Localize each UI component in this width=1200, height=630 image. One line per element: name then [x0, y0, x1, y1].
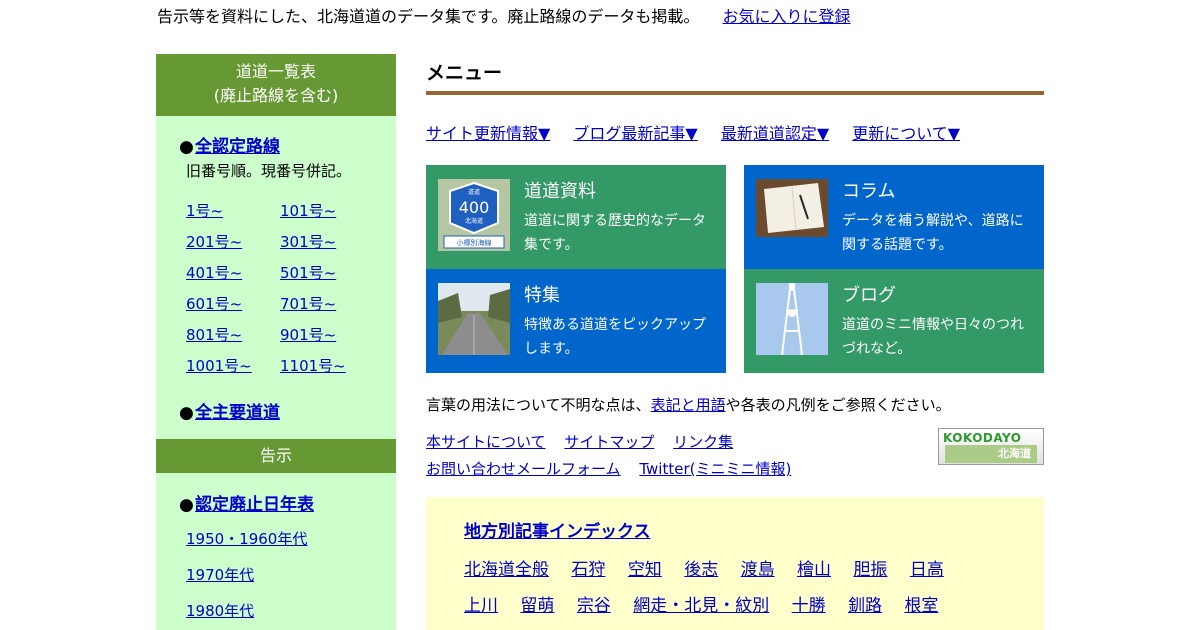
tile-title: 道道資料 — [524, 181, 596, 202]
region-link[interactable]: 後志 — [684, 560, 718, 580]
sidebar-heading-line2: (廃止路線を含む) — [213, 86, 339, 105]
route-range-link[interactable]: 301号~ — [280, 231, 336, 252]
region-link[interactable]: 北海道全般 — [464, 560, 549, 580]
region-link[interactable]: 空知 — [628, 560, 662, 580]
banner-text: KOKODAYO — [943, 431, 1022, 445]
bullet-icon: ● — [179, 137, 194, 157]
region-link[interactable]: 十勝 — [792, 596, 826, 616]
route-range-link[interactable]: 1号~ — [186, 200, 223, 221]
route-range-link[interactable]: 801号~ — [186, 324, 242, 345]
tile-feature[interactable]: 特集 特徴ある道道をピックアップします。 — [426, 269, 726, 373]
site-intro-text: 告示等を資料にした、北海道道のデータ集です。廃止路線のデータも掲載。 — [157, 7, 700, 26]
terminology-notice: 言葉の用法について不明な点は、表記と用語や各表の凡例をご参照ください。 — [426, 394, 951, 415]
title-divider — [426, 91, 1044, 95]
regional-index-title-link[interactable]: 地方別記事インデックス — [464, 517, 651, 542]
tile-description: 特徴ある道道をピックアップします。 — [524, 317, 706, 357]
all-routes-item: ●全認定路線 — [179, 132, 280, 157]
region-link[interactable]: 渡島 — [741, 560, 775, 580]
route-range-link[interactable]: 501号~ — [280, 262, 336, 283]
region-link[interactable]: 胆振 — [853, 560, 887, 580]
region-link[interactable]: 根室 — [904, 596, 938, 616]
page-title: メニュー — [426, 62, 503, 84]
blog-latest-link[interactable]: ブログ最新記事▼ — [573, 124, 697, 143]
tower-photo-thumbnail — [756, 283, 828, 355]
links-page-link[interactable]: リンク集 — [673, 433, 733, 451]
sign-number-text: 400 — [459, 198, 490, 217]
add-favorite-link[interactable]: お気に入りに登録 — [723, 7, 851, 26]
abolition-table-item: ●認定廃止日年表 — [179, 490, 314, 515]
region-link[interactable]: 釧路 — [848, 596, 882, 616]
tile-description: データを補う解説や、道路に関する話題です。 — [842, 213, 1024, 253]
main-roads-link[interactable]: 全主要道道 — [195, 403, 280, 423]
tile-title: 特集 — [524, 285, 560, 306]
sidebar-heading-line1: 道道一覧表 — [235, 62, 316, 81]
abolition-table-link[interactable]: 認定廃止日年表 — [195, 495, 314, 515]
region-link[interactable]: 上川 — [464, 596, 498, 616]
banner-subtext: 北海道 — [945, 445, 1037, 463]
route-range-link[interactable]: 901号~ — [280, 324, 336, 345]
about-site-link[interactable]: 本サイトについて — [426, 433, 546, 451]
route-range-link[interactable]: 401号~ — [186, 262, 242, 283]
sidebar: 道道一覧表 (廃止路線を含む) ●全認定路線 旧番号順。現番号併記。 1号~ 1… — [156, 54, 396, 630]
tile-description: 道道に関する歴史的なデータ集です。 — [524, 213, 706, 253]
sign-top-text: 道道 — [468, 188, 480, 196]
site-links-row2: お問い合わせメールフォーム Twitter(ミニミニ情報) — [426, 458, 805, 479]
sign-plate-text: 小樽別海線 — [457, 238, 492, 247]
route-range-link[interactable]: 701号~ — [280, 293, 336, 314]
latest-designation-link[interactable]: 最新道道認定▼ — [721, 124, 829, 143]
about-updates-link[interactable]: 更新について▼ — [852, 124, 960, 143]
route-range-link[interactable]: 101号~ — [280, 200, 336, 221]
notice-text: や各表の凡例をご参照ください。 — [725, 396, 951, 414]
route-range-link[interactable]: 601号~ — [186, 293, 242, 314]
all-routes-link[interactable]: 全認定路線 — [195, 137, 280, 157]
era-link[interactable]: 1970年代 — [186, 564, 254, 585]
route-sign-thumbnail: 道道 400 北海道 小樽別海線 — [438, 179, 510, 251]
tile-road-data[interactable]: 道道 400 北海道 小樽別海線 道道資料 道道に関する歴史的なデータ集です。 — [426, 165, 726, 269]
quick-links: サイト更新情報▼ ブログ最新記事▼ 最新道道認定▼ 更新について▼ — [426, 120, 978, 144]
regional-row: 上川 留萌 宗谷 網走・北見・紋別 十勝 釧路 根室 — [464, 591, 955, 616]
site-updates-link[interactable]: サイト更新情報▼ — [426, 124, 550, 143]
region-link[interactable]: 宗谷 — [577, 596, 611, 616]
bullet-icon: ● — [179, 403, 194, 423]
contact-form-link[interactable]: お問い合わせメールフォーム — [426, 460, 621, 478]
main-roads-item: ●全主要道道 — [179, 398, 280, 423]
route-range-link[interactable]: 201号~ — [186, 231, 242, 252]
regional-row: 北海道全般 石狩 空知 後志 渡島 檜山 胆振 日高 — [464, 555, 961, 580]
route-range-link[interactable]: 1101号~ — [280, 355, 346, 376]
bullet-icon: ● — [179, 495, 194, 515]
twitter-link[interactable]: Twitter(ミニミニ情報) — [639, 460, 791, 478]
tile-column[interactable]: コラム データを補う解説や、道路に関する話題です。 — [744, 165, 1044, 269]
road-photo-thumbnail — [438, 283, 510, 355]
regional-index-box: 地方別記事インデックス 北海道全般 石狩 空知 後志 渡島 檜山 胆振 日高 上… — [426, 497, 1044, 630]
region-link[interactable]: 網走・北見・紋別 — [633, 596, 769, 616]
tile-title: ブログ — [842, 285, 896, 306]
tile-title: コラム — [842, 181, 896, 202]
tile-blog[interactable]: ブログ 道道のミニ情報や日々のつれづれなど。 — [744, 269, 1044, 373]
kokodayo-banner[interactable]: KOKODAYO 北海道 — [938, 428, 1044, 465]
route-range-link[interactable]: 1001号~ — [186, 355, 252, 376]
region-link[interactable]: 檜山 — [797, 560, 831, 580]
route-list-note: 旧番号順。現番号併記。 — [186, 162, 352, 180]
region-link[interactable]: 日高 — [910, 560, 944, 580]
sign-bottom-text: 北海道 — [465, 217, 483, 225]
sidebar-heading-notices: 告示 — [156, 439, 396, 473]
sidebar-heading-route-list: 道道一覧表 (廃止路線を含む) — [156, 54, 396, 116]
region-link[interactable]: 留萌 — [520, 596, 554, 616]
region-link[interactable]: 石狩 — [571, 560, 605, 580]
era-link[interactable]: 1950・1960年代 — [186, 528, 307, 549]
notebook-thumbnail — [756, 179, 828, 237]
era-link[interactable]: 1980年代 — [186, 600, 254, 621]
terminology-link[interactable]: 表記と用語 — [651, 396, 726, 414]
sitemap-link[interactable]: サイトマップ — [564, 433, 654, 451]
site-links-row1: 本サイトについて サイトマップ リンク集 — [426, 431, 747, 452]
notice-text: 言葉の用法について不明な点は、 — [426, 396, 651, 414]
tile-description: 道道のミニ情報や日々のつれづれなど。 — [842, 317, 1024, 357]
site-intro-bar: 告示等を資料にした、北海道道のデータ集です。廃止路線のデータも掲載。 お気に入り… — [157, 6, 1057, 28]
